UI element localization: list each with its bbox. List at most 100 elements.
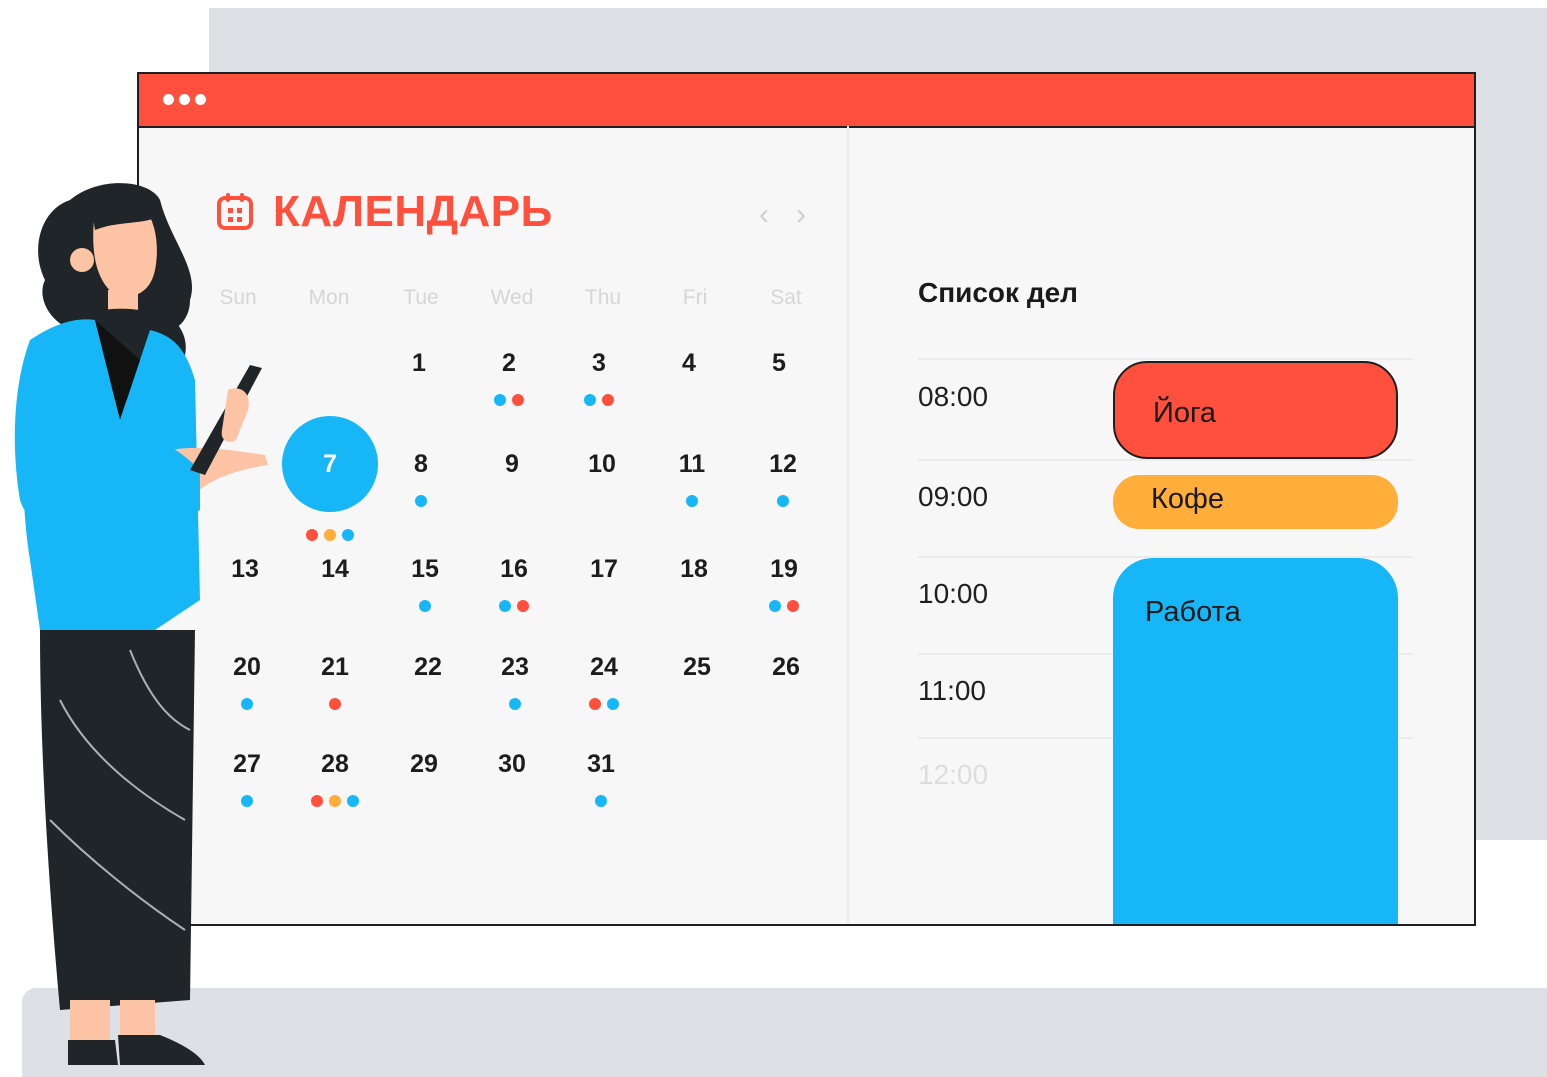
event-dots — [644, 394, 734, 406]
event-dots — [374, 394, 464, 406]
window-titlebar — [139, 74, 1474, 128]
calendar-title: КАЛЕНДАРЬ — [273, 187, 553, 236]
day-cell[interactable]: 28 — [290, 749, 380, 807]
event-dots — [290, 698, 380, 710]
day-number: 3 — [592, 349, 606, 377]
event-dot-blue — [499, 600, 511, 612]
event-dots — [467, 795, 557, 807]
event-yoga[interactable]: Йога — [1113, 361, 1398, 459]
time-label: 12:00 — [918, 759, 989, 790]
event-dot-blue — [686, 495, 698, 507]
event-dots — [557, 495, 647, 507]
window-dot[interactable] — [163, 94, 174, 105]
event-dot-orange — [329, 795, 341, 807]
day-cell[interactable]: 3 — [554, 348, 644, 406]
time-label: 08:00 — [918, 381, 989, 412]
event-dots — [290, 600, 380, 612]
event-dot-blue — [419, 600, 431, 612]
day-cell[interactable]: 18 — [649, 554, 739, 612]
day-cell[interactable]: 26 — [741, 652, 831, 710]
prev-month-button[interactable]: ‹ — [759, 200, 769, 230]
day-cell[interactable]: 24 — [559, 652, 649, 710]
day-cell[interactable]: 17 — [559, 554, 649, 612]
event-dots — [652, 698, 742, 710]
day-cell[interactable]: 16 — [469, 554, 559, 612]
event-dots — [290, 795, 380, 807]
event-dots — [470, 698, 560, 710]
next-month-button[interactable]: › — [796, 200, 806, 230]
event-dot-orange — [324, 529, 336, 541]
day-number: 8 — [414, 450, 428, 478]
event-dots — [469, 600, 559, 612]
event-work[interactable]: Работа — [1113, 558, 1398, 924]
weekday-sat: Sat — [770, 286, 802, 309]
event-dots — [376, 495, 466, 507]
day-cell[interactable]: 4 — [644, 348, 734, 406]
event-dots — [379, 795, 469, 807]
event-dot-blue — [347, 795, 359, 807]
day-cell[interactable]: 15 — [380, 554, 470, 612]
day-number: 1 — [412, 349, 426, 377]
window-controls[interactable] — [163, 94, 206, 105]
day-cell[interactable]: 11 — [647, 449, 737, 507]
day-cell[interactable]: 14 — [290, 554, 380, 612]
day-number: 11 — [678, 450, 706, 478]
event-dot-red — [306, 529, 318, 541]
day-cell[interactable]: 22 — [383, 652, 473, 710]
day-cell[interactable]: 1 — [374, 348, 464, 406]
weekday-tue: Tue — [403, 286, 439, 309]
event-dot-blue — [415, 495, 427, 507]
day-cell[interactable]: 2 — [464, 348, 554, 406]
day-number: 24 — [590, 653, 618, 681]
event-dot-blue — [584, 394, 596, 406]
day-number: 21 — [321, 653, 349, 681]
day-cell[interactable]: 9 — [467, 449, 557, 507]
day-cell[interactable]: 31 — [556, 749, 646, 807]
event-coffee[interactable]: Кофе — [1113, 475, 1398, 529]
calendar-window: КАЛЕНДАРЬ ‹ › Sun Mon Tue Wed Thu Fri Sa… — [137, 72, 1476, 926]
event-dots — [734, 394, 824, 406]
event-dots — [559, 698, 649, 710]
event-dot-red — [602, 394, 614, 406]
weekday-wed: Wed — [490, 286, 534, 309]
day-number: 30 — [498, 750, 526, 778]
day-cell[interactable]: 30 — [467, 749, 557, 807]
day-number: 9 — [505, 450, 519, 478]
event-dots — [649, 600, 739, 612]
day-number: 15 — [411, 555, 439, 583]
day-cell[interactable]: 8 — [376, 449, 466, 507]
event-dot-red — [787, 600, 799, 612]
day-number: 28 — [321, 750, 349, 778]
todo-title: Список дел — [918, 277, 1078, 308]
day-cell[interactable]: 23 — [470, 652, 560, 710]
day-cell[interactable]: 5 — [734, 348, 824, 406]
time-divider — [918, 459, 1413, 461]
event-dot-blue — [595, 795, 607, 807]
event-dot-blue — [342, 529, 354, 541]
day-cell[interactable]: 10 — [557, 449, 647, 507]
event-dot-red — [589, 698, 601, 710]
window-dot[interactable] — [179, 94, 190, 105]
weekday-fri: Fri — [682, 286, 708, 309]
day-cell[interactable]: 25 — [652, 652, 742, 710]
event-dots — [383, 698, 473, 710]
day-number: 29 — [410, 750, 438, 778]
day-number: 10 — [588, 450, 616, 478]
day-number: 25 — [683, 653, 711, 681]
day-cell[interactable]: 19 — [739, 554, 829, 612]
window-dot[interactable] — [195, 94, 206, 105]
panel-divider — [847, 126, 849, 924]
day-number: 23 — [501, 653, 529, 681]
event-dot-blue — [509, 698, 521, 710]
event-dot-red — [512, 394, 524, 406]
event-dots — [464, 394, 554, 406]
day-number: 17 — [590, 555, 618, 583]
day-cell[interactable]: 21 — [290, 652, 380, 710]
day-number: 22 — [414, 653, 442, 681]
day-number: 18 — [680, 555, 708, 583]
event-dots — [739, 600, 829, 612]
day-cell[interactable]: 29 — [379, 749, 469, 807]
day-cell[interactable]: 12 — [738, 449, 828, 507]
day-number: 19 — [770, 555, 798, 583]
day-number: 14 — [321, 555, 349, 583]
